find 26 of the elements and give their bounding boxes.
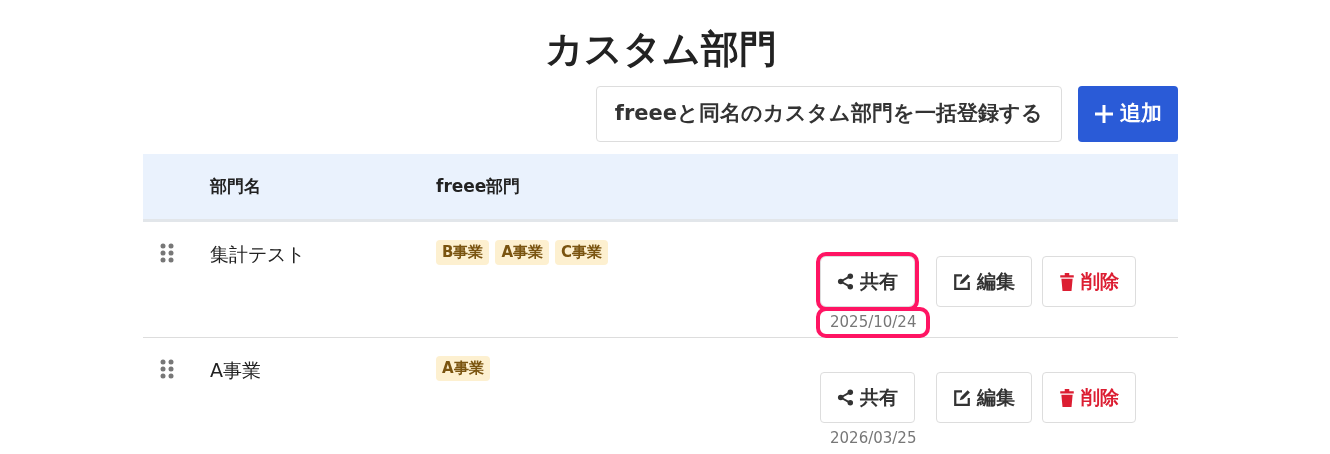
- trash-icon: [1059, 272, 1076, 291]
- edit-button[interactable]: 編集: [936, 256, 1033, 307]
- delete-button[interactable]: 削除: [1042, 372, 1137, 423]
- plus-icon: [1094, 104, 1114, 124]
- share-button[interactable]: 共有: [820, 372, 915, 423]
- delete-button[interactable]: 削除: [1042, 256, 1137, 307]
- drag-handle-icon[interactable]: [160, 358, 174, 379]
- department-tag: C事業: [555, 240, 609, 265]
- column-header: freee部門: [436, 175, 521, 196]
- share-icon: [837, 389, 854, 406]
- edit-button[interactable]: 編集: [936, 372, 1033, 423]
- page-title: カスタム部門: [543, 26, 778, 73]
- department-tag: A事業: [495, 240, 550, 265]
- column-header: 部門名: [210, 175, 261, 196]
- edit-icon: [953, 388, 972, 407]
- department-tag: B事業: [436, 240, 490, 265]
- department-tag: A事業: [436, 356, 490, 381]
- edit-icon: [953, 272, 972, 291]
- bulk-register-button[interactable]: freeeと同名のカスタム部門を一括登録する: [595, 86, 1062, 142]
- date-text: 2026/03/25: [829, 428, 918, 449]
- share-icon: [837, 273, 854, 290]
- department-name: A事業: [210, 359, 261, 381]
- trash-icon: [1059, 388, 1076, 407]
- add-button[interactable]: 追加: [1078, 86, 1178, 142]
- drag-handle-icon[interactable]: [160, 242, 174, 263]
- department-name: 集計テスト: [210, 243, 305, 265]
